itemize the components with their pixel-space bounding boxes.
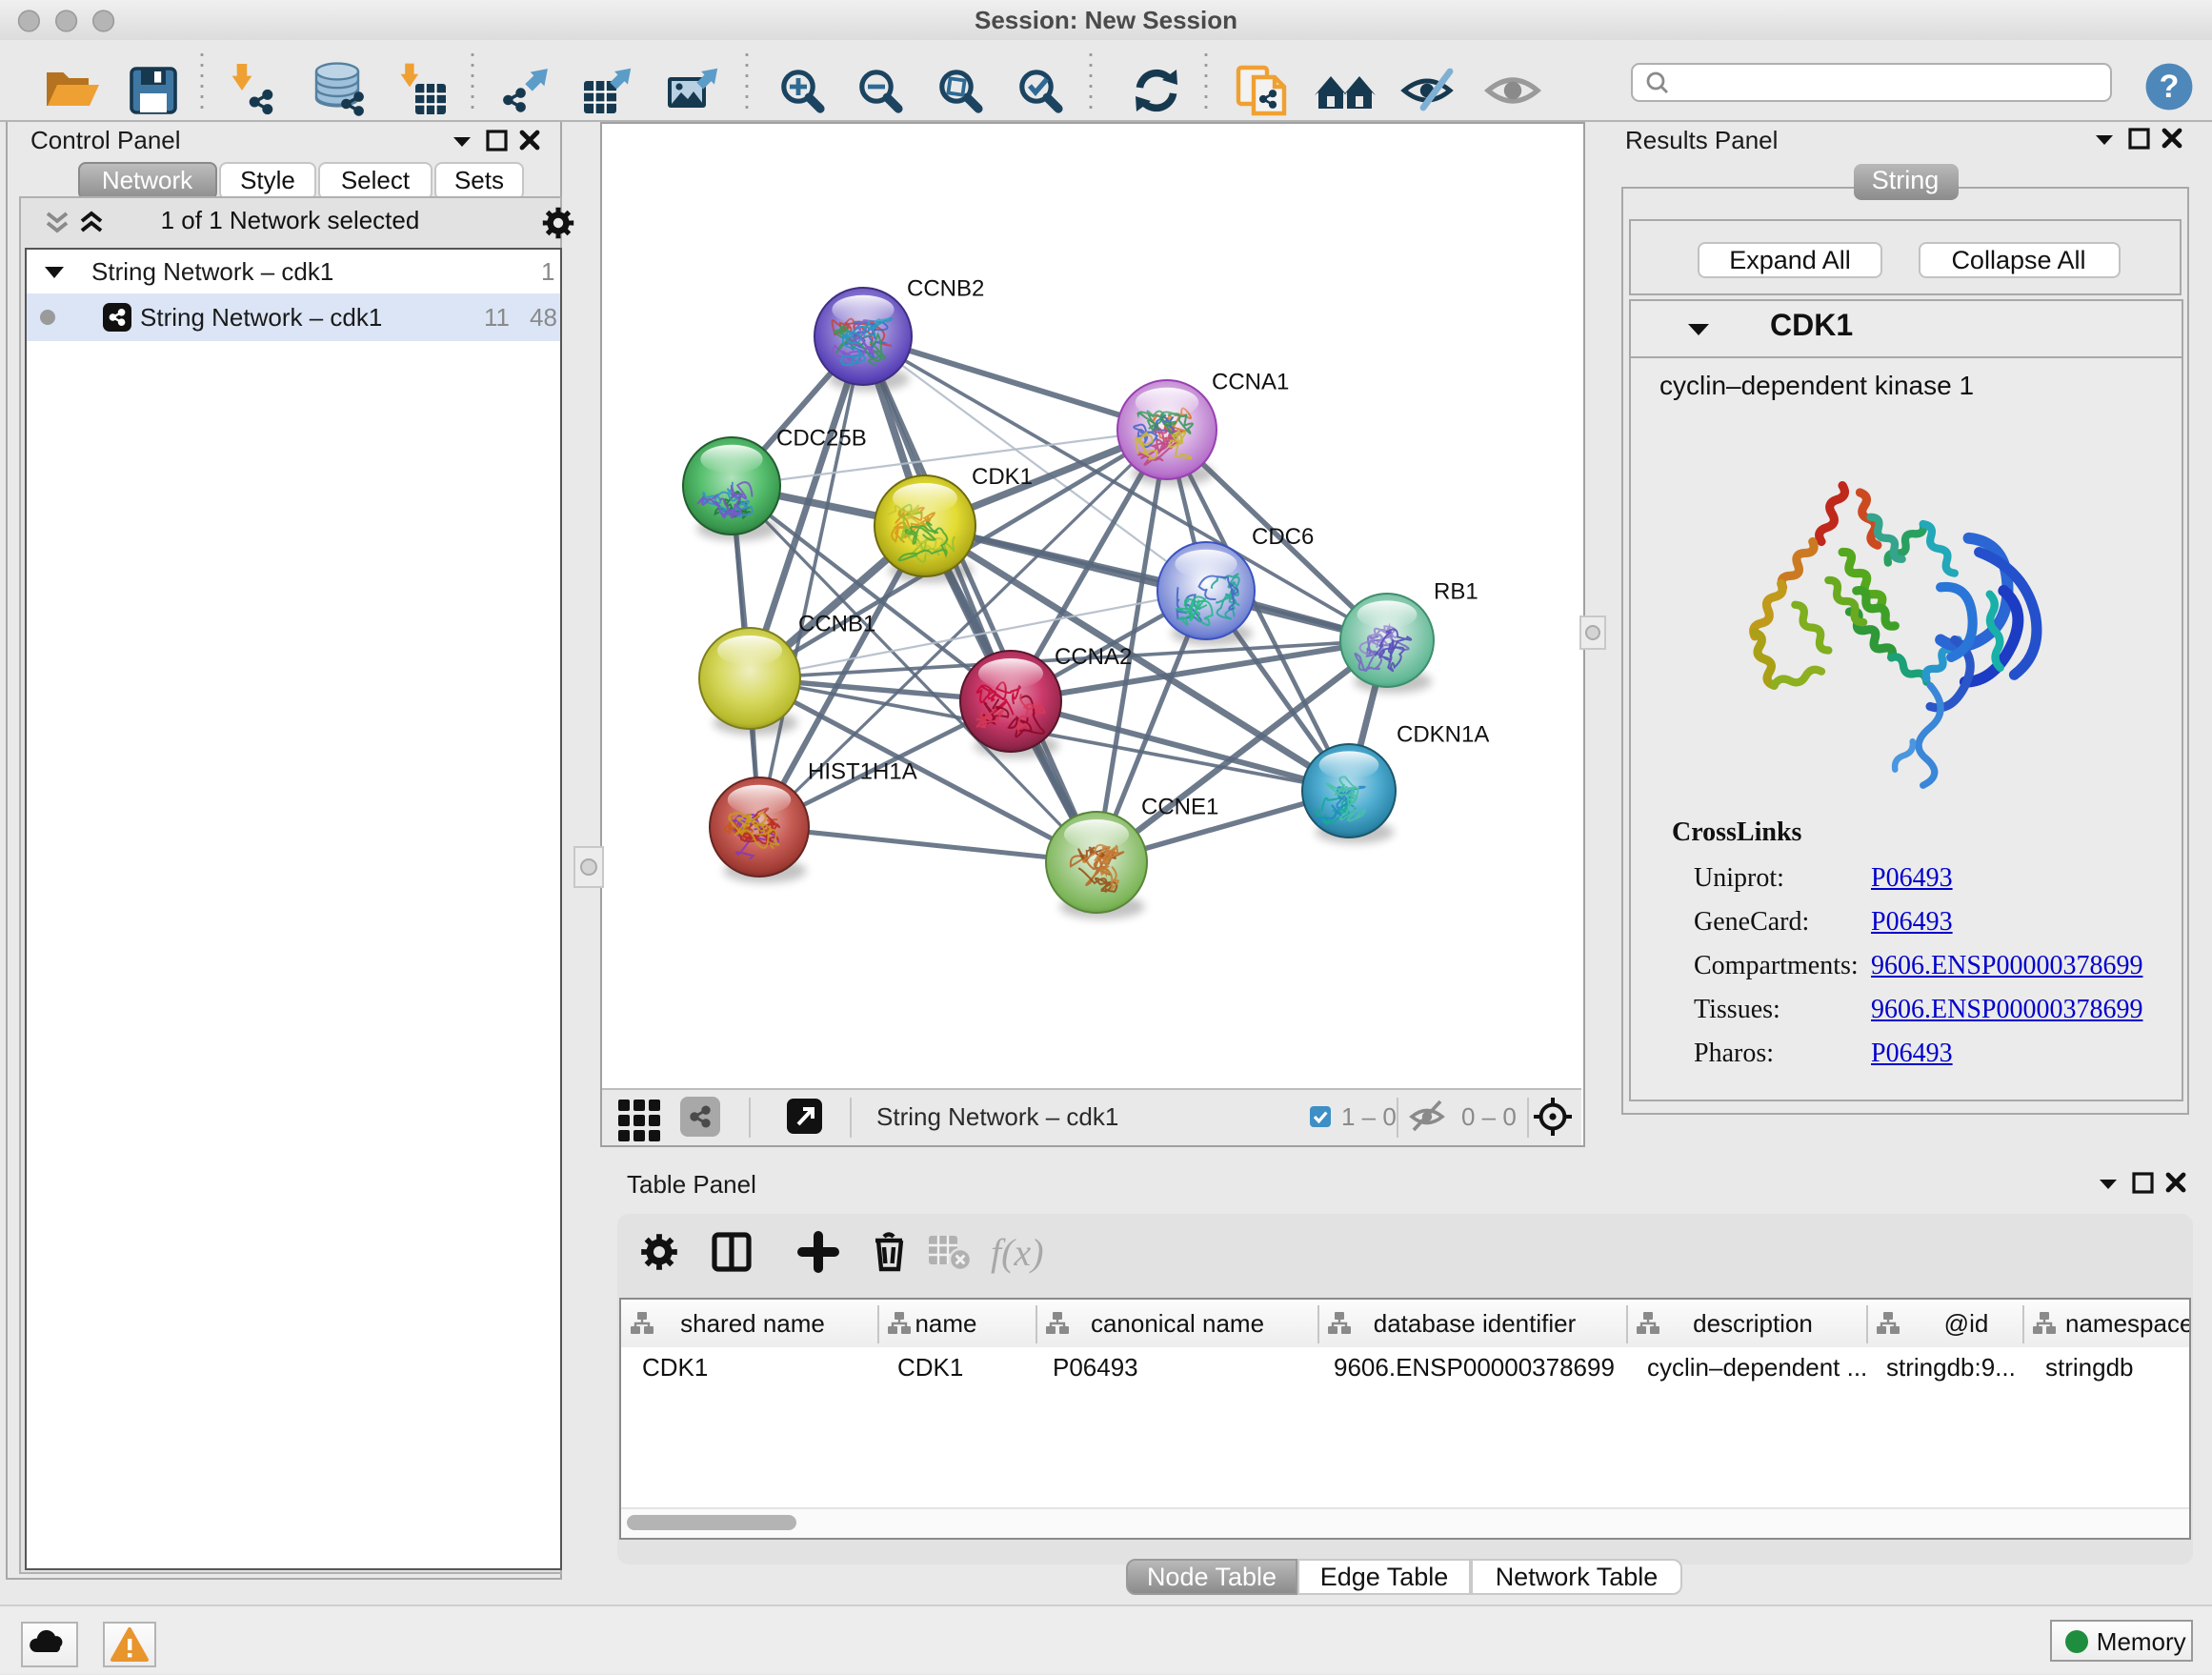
svg-text:RB1: RB1 (1434, 577, 1478, 603)
svg-text:namespace: namespace (2065, 1308, 2189, 1337)
svg-text:CDC25B: CDC25B (776, 424, 867, 450)
svg-text:1 – 0: 1 – 0 (1341, 1102, 1397, 1131)
svg-text:CCNB1: CCNB1 (798, 610, 875, 636)
svg-text:?: ? (2160, 68, 2180, 104)
svg-text:CDKN1A: CDKN1A (1397, 721, 1489, 747)
svg-text:CCNA1: CCNA1 (1212, 368, 1289, 394)
svg-text:CDK1: CDK1 (972, 463, 1033, 489)
svg-text:description: description (1693, 1308, 1813, 1337)
svg-text:@id: @id (1944, 1308, 1989, 1337)
svg-text:name: name (915, 1308, 976, 1337)
svg-text:CDC6: CDC6 (1252, 523, 1314, 549)
svg-text:shared name: shared name (680, 1308, 825, 1337)
svg-text:HIST1H1A: HIST1H1A (808, 757, 917, 783)
svg-text:database identifier: database identifier (1374, 1308, 1577, 1337)
svg-text:CCNB2: CCNB2 (907, 274, 984, 300)
svg-text:CCNA2: CCNA2 (1055, 643, 1132, 669)
svg-text:f(x): f(x) (990, 1230, 1043, 1273)
svg-text:canonical name: canonical name (1091, 1308, 1264, 1337)
svg-text:String Network – cdk1: String Network – cdk1 (876, 1102, 1118, 1131)
svg-text:0 – 0: 0 – 0 (1461, 1102, 1517, 1131)
svg-text:CCNE1: CCNE1 (1141, 793, 1218, 818)
